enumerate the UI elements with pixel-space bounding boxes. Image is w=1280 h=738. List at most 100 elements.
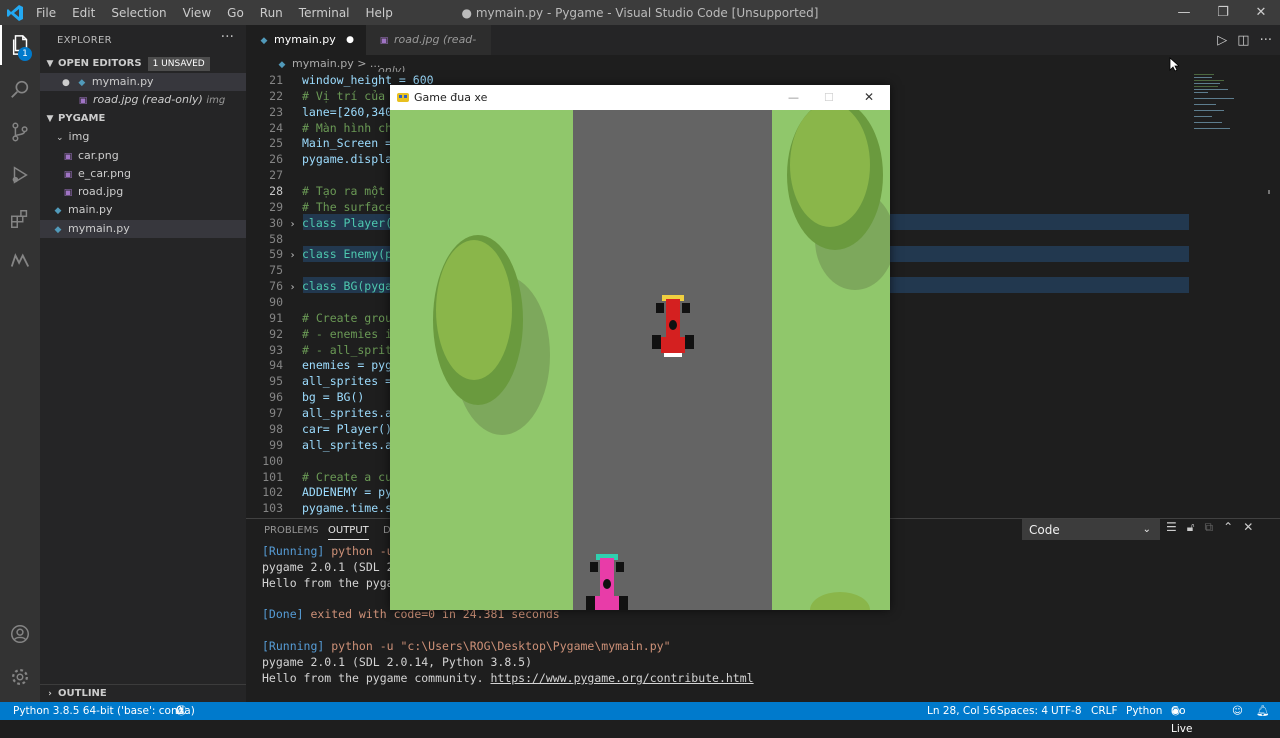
- output-line: Hello from the pygam: [262, 575, 400, 591]
- manage-activity[interactable]: [0, 657, 40, 697]
- line-number: 97: [269, 406, 283, 421]
- chevron-down-icon: ⌄: [56, 133, 64, 143]
- pygame-icon: [397, 93, 409, 102]
- remote-activity[interactable]: [0, 241, 40, 281]
- line-number: 95: [269, 374, 283, 389]
- line-number: 94: [269, 358, 283, 373]
- maximize-icon[interactable]: ☐: [824, 85, 834, 110]
- python-interpreter[interactable]: Python 3.8.5 64-bit ('base': conda): [13, 702, 195, 720]
- feedback-icon[interactable]: ☺: [1232, 702, 1243, 720]
- indentation[interactable]: Spaces: 4: [997, 702, 1048, 720]
- lock-icon[interactable]: 🔓︎: [1187, 520, 1195, 538]
- file-mymain-py[interactable]: ◆ mymain.py: [40, 220, 246, 238]
- open-editors-section[interactable]: ▼ OPEN EDITORS 1 UNSAVED: [40, 55, 246, 73]
- output-text: pygame 2.0.1 (SDL 2.0.14, Python 3.8.5): [262, 655, 533, 669]
- code-text: # The surface: [302, 199, 393, 214]
- encoding[interactable]: UTF-8: [1051, 702, 1082, 720]
- cursor-position[interactable]: Ln 28, Col 56: [927, 702, 996, 720]
- accounts-activity[interactable]: [0, 614, 40, 654]
- line-number: 90: [269, 295, 283, 310]
- code-text: class Player(p: [302, 215, 399, 230]
- copy-icon[interactable]: ⧉: [1205, 520, 1214, 538]
- line-number: 76: [269, 279, 283, 294]
- run-icon[interactable]: ▷: [1217, 33, 1227, 48]
- breadcrumb-symbol[interactable]: ...: [370, 57, 381, 70]
- chevron-up-icon[interactable]: ⌃: [1223, 520, 1233, 538]
- code-text: all_sprites =: [302, 374, 393, 389]
- explorer-header: EXPLORER: [57, 35, 112, 46]
- game-canvas[interactable]: [390, 110, 890, 610]
- open-editor-road[interactable]: ▣ road.jpg (read-only) img: [40, 91, 246, 109]
- close-icon[interactable]: ✕: [864, 85, 874, 110]
- tab-output[interactable]: OUTPUT: [328, 525, 369, 540]
- bell-icon[interactable]: 🔔︎: [1256, 702, 1269, 720]
- output-text: [Running]: [262, 639, 325, 653]
- line-number: 29: [269, 199, 283, 214]
- panel-actions: ☰ 🔓︎ ⧉ ⌃ ✕: [1166, 520, 1276, 538]
- image-file-icon: ▣: [78, 96, 88, 106]
- clear-output-icon[interactable]: ☰: [1166, 520, 1177, 538]
- explorer-badge: 1: [18, 47, 32, 61]
- file-main-py[interactable]: ◆ main.py: [40, 201, 246, 219]
- line-number: 27: [269, 168, 283, 183]
- run-debug-activity[interactable]: [0, 155, 40, 195]
- language-mode[interactable]: Python: [1126, 702, 1162, 720]
- open-editor-mymain[interactable]: ● ◆ mymain.py: [40, 73, 246, 91]
- code-text: # - enemies is: [302, 326, 399, 341]
- file-car-png[interactable]: ▣ car.png: [40, 147, 246, 165]
- code-text: # Create group: [302, 310, 399, 325]
- restore-icon[interactable]: ❐: [1203, 0, 1243, 25]
- output-text: Hello from the pygame community.: [262, 671, 491, 685]
- tab-mymain[interactable]: ◆ mymain.py ●: [246, 25, 366, 55]
- game-window[interactable]: Game đua xe — ☐ ✕: [390, 85, 890, 610]
- file-e-car-png[interactable]: ▣ e_car.png: [40, 165, 246, 183]
- breadcrumb: ◆ mymain.py > ...: [246, 55, 1280, 72]
- tree-left: [433, 235, 550, 435]
- breadcrumb-file[interactable]: mymain.py: [292, 57, 354, 70]
- tab-problems[interactable]: PROBLEMS: [264, 525, 319, 536]
- chevron-right-icon: ›: [48, 689, 52, 699]
- line-number: 103: [262, 501, 283, 516]
- extensions-activity[interactable]: [0, 199, 40, 239]
- output-text: exited with: [303, 607, 394, 621]
- tab-road[interactable]: ▣ road.jpg (read-only): [366, 25, 491, 77]
- file-road-jpg[interactable]: ▣ road.jpg: [40, 183, 246, 201]
- line-number: 26: [269, 152, 283, 167]
- line-number: 59: [269, 247, 283, 262]
- editor-actions: ▷ ◫ ···: [1217, 25, 1272, 55]
- folder-img[interactable]: ⌄ img: [40, 128, 246, 146]
- gear-icon: [12, 669, 28, 685]
- minimize-icon[interactable]: —: [1164, 0, 1204, 25]
- title-bar: File Edit Selection View Go Run Terminal…: [0, 0, 1280, 25]
- code-text: class Enemy(py: [302, 247, 399, 262]
- line-number: 102: [262, 485, 283, 500]
- outline-section[interactable]: › OUTLINE: [40, 684, 246, 702]
- python-file-icon: ◆: [54, 206, 62, 216]
- output-line: [Running] python -u "c:\Users\ROG\Deskto…: [262, 638, 671, 654]
- editor-tabs: ◆ mymain.py ● ▣ road.jpg (read-only) ▷ ◫ ··…: [246, 25, 1280, 77]
- code-text: bg = BG(): [302, 390, 365, 405]
- more-actions-icon[interactable]: ···: [221, 29, 234, 45]
- project-section[interactable]: ▼ PYGAME: [40, 110, 246, 128]
- output-line: pygame 2.0.1 (SDL 2.: [262, 559, 400, 575]
- line-number: 23: [269, 104, 283, 119]
- minimap[interactable]: [1190, 72, 1270, 518]
- output-channel-select[interactable]: Code ⌄: [1022, 519, 1160, 540]
- line-number: 100: [262, 453, 283, 468]
- search-activity[interactable]: [0, 69, 40, 109]
- minimize-icon[interactable]: —: [788, 85, 799, 110]
- dirty-dot-icon[interactable]: ●: [346, 25, 354, 55]
- code-text: class BG(pygam: [302, 279, 399, 294]
- close-icon[interactable]: ✕: [1241, 0, 1280, 25]
- output-text: pygame 2.0.1 (SDL 2.: [262, 560, 401, 574]
- split-editor-icon[interactable]: ◫: [1237, 33, 1249, 48]
- explorer-activity[interactable]: 1: [0, 25, 40, 65]
- output-link[interactable]: https://www.pygame.org/contribute.html: [490, 671, 753, 685]
- code-text: # Create a cus: [302, 469, 399, 484]
- more-actions-icon[interactable]: ···: [1260, 33, 1272, 48]
- code-text: # Vị trí của l: [302, 88, 399, 103]
- source-control-activity[interactable]: [0, 112, 40, 152]
- close-icon[interactable]: ✕: [1243, 520, 1253, 538]
- output-text: Hello from the pygam: [262, 576, 401, 590]
- end-of-line[interactable]: CRLF: [1091, 702, 1118, 720]
